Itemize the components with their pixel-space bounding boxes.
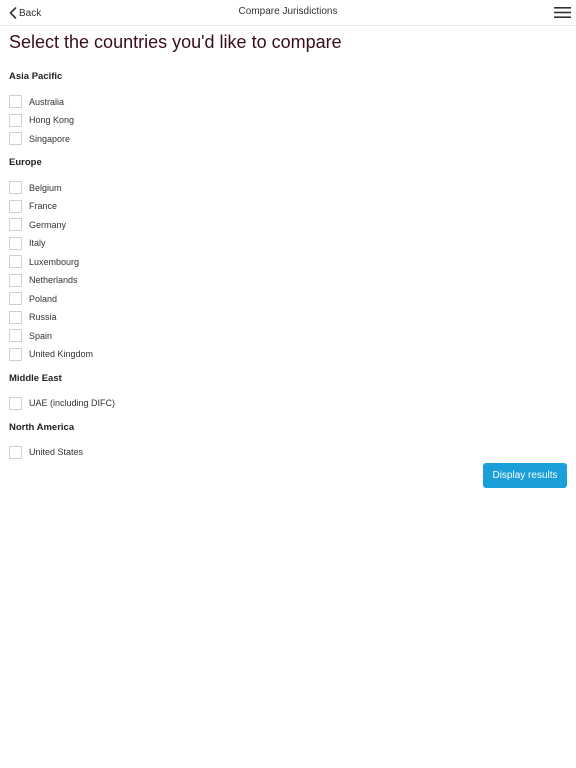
region-heading: Asia Pacific — [9, 71, 63, 82]
country-option-italy[interactable]: Italy — [9, 236, 567, 251]
country-label: Netherlands — [29, 275, 78, 285]
country-option-poland[interactable]: Poland — [9, 291, 567, 306]
country-option-luxembourg[interactable]: Luxembourg — [9, 254, 567, 269]
checkbox[interactable] — [9, 95, 22, 108]
checkbox[interactable] — [9, 310, 22, 324]
menu-button[interactable] — [554, 6, 571, 19]
country-label: Russia — [29, 312, 57, 322]
country-label: Luxembourg — [29, 256, 80, 267]
country-option-singapore[interactable]: Singapore — [9, 131, 567, 146]
checkbox[interactable] — [9, 292, 22, 305]
country-option-belgium[interactable]: Belgium — [9, 180, 567, 195]
checkbox[interactable] — [9, 273, 22, 287]
country-option-australia[interactable]: Australia — [9, 94, 567, 109]
country-option-france[interactable]: France — [9, 199, 567, 214]
checkbox[interactable] — [9, 218, 22, 231]
hamburger-menu-icon — [554, 7, 571, 18]
region-heading: Europe — [9, 157, 42, 168]
checkbox[interactable] — [9, 329, 22, 342]
checkbox[interactable] — [9, 199, 22, 213]
country-option-netherlands[interactable]: Netherlands — [9, 273, 567, 288]
country-option-united-kingdom[interactable]: United Kingdom — [9, 347, 567, 362]
main-content: Select the countries you'd like to compa… — [0, 32, 576, 488]
checkbox[interactable] — [9, 236, 22, 250]
country-option-united-states[interactable]: United States — [9, 445, 567, 460]
region-middle-east: Middle East UAE (including DIFC) — [9, 373, 567, 411]
region-heading: North America — [9, 421, 75, 433]
country-label: United Kingdom — [29, 349, 94, 359]
country-label: Hong Kong — [29, 115, 75, 125]
country-option-hong-kong[interactable]: Hong Kong — [9, 113, 567, 128]
checkbox[interactable] — [9, 347, 22, 361]
top-navigation-bar: Back Compare Jurisdictions — [0, 0, 576, 26]
country-label: Australia — [29, 96, 65, 107]
country-option-russia[interactable]: Russia — [9, 310, 567, 325]
country-label: Poland — [29, 293, 58, 304]
nav-title: Compare Jurisdictions — [238, 6, 338, 17]
country-label: France — [29, 201, 58, 211]
country-label: Germany — [29, 219, 67, 230]
country-label: Belgium — [29, 182, 62, 193]
checkbox[interactable] — [9, 113, 22, 127]
country-option-germany[interactable]: Germany — [9, 217, 567, 232]
country-label: Spain — [29, 330, 53, 341]
country-label: UAE (including DIFC) — [29, 398, 116, 408]
region-north-america: North America United States — [9, 422, 567, 460]
checkbox[interactable] — [9, 132, 22, 145]
country-label: United States — [29, 447, 84, 457]
checkbox[interactable] — [9, 181, 22, 194]
display-results-button[interactable]: Display results — [483, 463, 567, 488]
back-button-label: Back — [19, 7, 42, 19]
checkbox[interactable] — [9, 445, 22, 459]
chevron-left-icon — [9, 7, 17, 19]
checkbox[interactable] — [9, 255, 22, 268]
page-title: Select the countries you'd like to compa… — [9, 32, 342, 52]
country-label: Singapore — [29, 133, 71, 144]
country-option-uae[interactable]: UAE (including DIFC) — [9, 396, 567, 411]
country-option-spain[interactable]: Spain — [9, 328, 567, 343]
results-row: Display results — [9, 463, 567, 488]
region-asia-pacific: Asia Pacific Australia Hong Kong Singapo… — [9, 71, 567, 146]
region-heading: Middle East — [9, 372, 62, 384]
back-button[interactable]: Back — [9, 6, 41, 20]
region-europe: Europe Belgium France Germany Italy Luxe… — [9, 157, 567, 362]
checkbox[interactable] — [9, 396, 22, 410]
country-label: Italy — [29, 238, 46, 248]
